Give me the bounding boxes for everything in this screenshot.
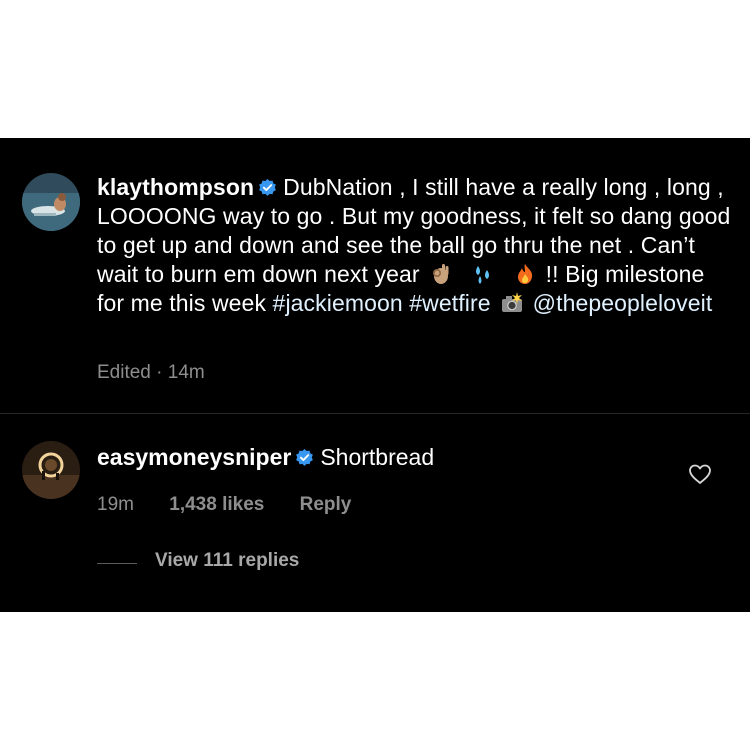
meta-separator: · xyxy=(156,362,163,383)
reply-text: easymoneysniper Shortbread xyxy=(97,443,434,472)
sweat-droplets-icon xyxy=(471,262,495,286)
caption-meta: Edited · 14m xyxy=(97,362,205,384)
hashtag-wetfire[interactable]: #wetfire xyxy=(409,290,490,316)
comments-panel: klaythompson DubNation , I still have a r… xyxy=(0,138,750,612)
verified-badge-icon xyxy=(295,448,314,467)
reply-comment: easymoneysniper Shortbread 19m 1,438 like… xyxy=(0,414,750,612)
camera-flash-icon xyxy=(500,291,524,315)
avatar-image xyxy=(22,441,80,499)
easymoneysniper-username[interactable]: easymoneysniper xyxy=(97,444,291,470)
like-heart-icon[interactable] xyxy=(688,462,712,486)
easymoneysniper-avatar[interactable] xyxy=(22,441,80,499)
klaythompson-avatar[interactable] xyxy=(22,173,80,231)
verified-badge-icon xyxy=(258,178,277,197)
reply-button[interactable]: Reply xyxy=(300,494,352,515)
klaythompson-username[interactable]: klaythompson xyxy=(97,174,254,200)
edited-label: Edited xyxy=(97,362,151,383)
fire-icon xyxy=(513,262,537,286)
view-replies-button[interactable]: View 111 replies xyxy=(155,550,299,572)
ok-hand-icon xyxy=(429,262,453,286)
caption-text: klaythompson DubNation , I still have a r… xyxy=(97,173,737,318)
hashtag-jackiemoon[interactable]: #jackiemoon xyxy=(273,290,403,316)
replies-line xyxy=(97,563,137,564)
reply-body: Shortbread xyxy=(320,444,435,470)
likes-count[interactable]: 1,438 likes xyxy=(169,494,264,515)
reply-time: 19m xyxy=(97,494,134,515)
mention-thepeopleloveit[interactable]: @thepeopleloveit xyxy=(533,290,713,316)
reply-meta: 19m 1,438 likes Reply xyxy=(97,494,351,516)
caption-time: 14m xyxy=(167,362,205,383)
avatar-image xyxy=(22,173,80,231)
caption-comment: klaythompson DubNation , I still have a r… xyxy=(0,138,750,413)
